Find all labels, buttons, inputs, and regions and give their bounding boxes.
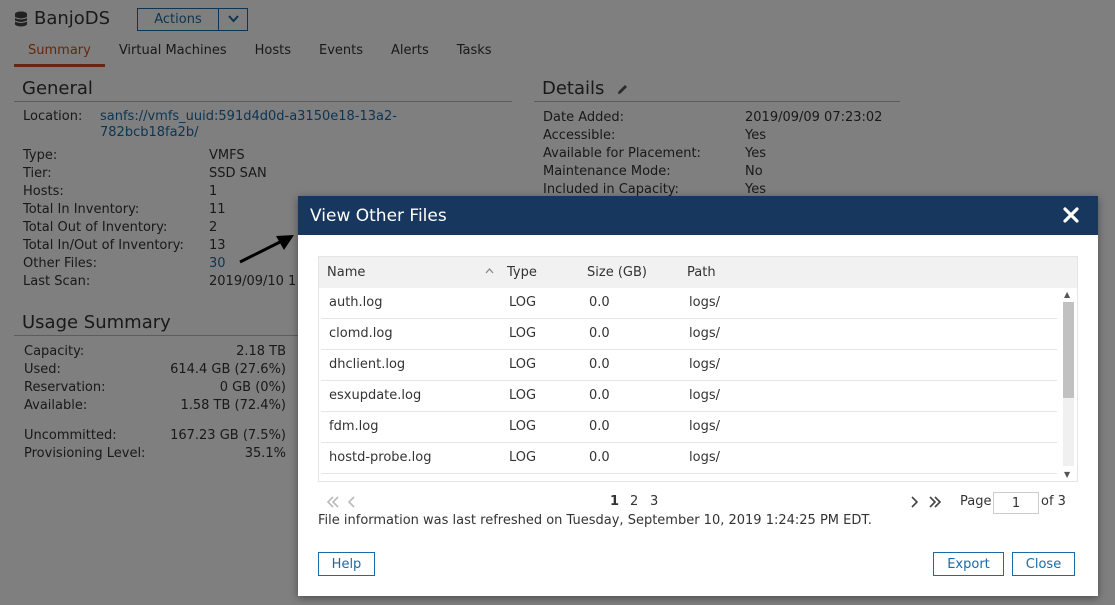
table-body: auth.log LOG 0.0 logs/ clomd.log LOG 0.0…: [319, 288, 1061, 481]
page-link-3[interactable]: 3: [650, 494, 658, 509]
scroll-down-icon[interactable]: ▼: [1064, 470, 1070, 479]
cell-path: logs/: [689, 388, 720, 403]
cell-type: LOG: [509, 388, 537, 403]
table-row[interactable]: auth.log LOG 0.0 logs/: [321, 288, 1057, 319]
cell-size: 0.0: [589, 357, 610, 372]
next-page-icon[interactable]: [910, 496, 918, 508]
table-header: Name Type Size (GB) Path: [319, 257, 1077, 288]
cell-size: 0.0: [589, 295, 610, 310]
refresh-info-text: File information was last refreshed on T…: [318, 513, 872, 528]
view-other-files-dialog: View Other Files Name Type Size (GB) Pat…: [298, 196, 1098, 596]
table-row[interactable]: clomd.log LOG 0.0 logs/: [321, 319, 1057, 350]
cell-path: logs/: [689, 295, 720, 310]
help-button[interactable]: Help: [318, 552, 375, 576]
files-table: Name Type Size (GB) Path auth.log LOG 0.…: [318, 256, 1078, 482]
cell-type: LOG: [509, 450, 537, 465]
page-label: Page: [960, 494, 992, 509]
page-count: of 3: [1041, 494, 1066, 509]
scroll-up-icon[interactable]: ▲: [1064, 290, 1070, 299]
cell-name: auth.log: [329, 295, 383, 310]
cell-name: fdm.log: [329, 419, 379, 434]
column-header-size[interactable]: Size (GB): [587, 265, 647, 280]
close-icon[interactable]: [1062, 206, 1080, 224]
cell-type: LOG: [509, 419, 537, 434]
cell-name: esxupdate.log: [329, 388, 422, 403]
scroll-thumb[interactable]: [1063, 302, 1074, 398]
table-row[interactable]: esxupdate.log LOG 0.0 logs/: [321, 381, 1057, 412]
cell-type: LOG: [509, 357, 537, 372]
close-button[interactable]: Close: [1012, 552, 1075, 576]
cell-type: LOG: [509, 326, 537, 341]
column-header-name[interactable]: Name: [327, 265, 365, 280]
export-button[interactable]: Export: [933, 552, 1004, 576]
table-row[interactable]: hostd-probe.log LOG 0.0 logs/: [321, 443, 1057, 474]
dialog-header: View Other Files: [298, 196, 1098, 235]
cell-size: 0.0: [589, 388, 610, 403]
previous-page-icon[interactable]: [348, 496, 356, 508]
column-header-path[interactable]: Path: [687, 265, 716, 280]
page-link-1[interactable]: 1: [610, 494, 619, 509]
cell-size: 0.0: [589, 450, 610, 465]
cell-name: dhclient.log: [329, 357, 406, 372]
cell-name: hostd-probe.log: [329, 450, 432, 465]
dialog-title: View Other Files: [310, 205, 447, 226]
sort-ascending-icon[interactable]: [485, 268, 494, 274]
first-page-icon[interactable]: [326, 496, 340, 508]
cell-path: logs/: [689, 326, 720, 341]
page-number-input[interactable]: [993, 492, 1039, 514]
table-row[interactable]: dhclient.log LOG 0.0 logs/: [321, 350, 1057, 381]
cell-type: LOG: [509, 295, 537, 310]
cell-size: 0.0: [589, 419, 610, 434]
cell-path: logs/: [689, 357, 720, 372]
cell-path: logs/: [689, 450, 720, 465]
column-header-type[interactable]: Type: [507, 265, 537, 280]
cell-path: logs/: [689, 419, 720, 434]
page-link-2[interactable]: 2: [630, 494, 638, 509]
cell-name: clomd.log: [329, 326, 393, 341]
annotation-arrow-icon: [239, 235, 294, 264]
table-scrollbar[interactable]: ▲ ▼: [1059, 288, 1077, 481]
last-page-icon[interactable]: [928, 496, 942, 508]
cell-size: 0.0: [589, 326, 610, 341]
table-row[interactable]: fdm.log LOG 0.0 logs/: [321, 412, 1057, 443]
